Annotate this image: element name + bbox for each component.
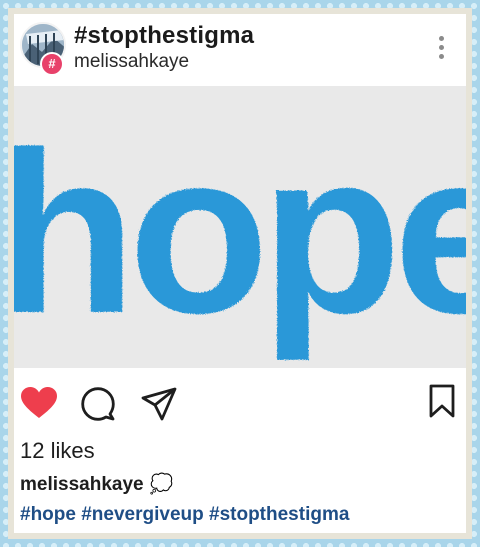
post-username[interactable]: melissahkaye — [74, 51, 189, 73]
caption-username[interactable]: melissahkaye — [20, 474, 144, 495]
caption: melissahkaye 💭 — [20, 472, 173, 496]
hope-text: hope. — [14, 104, 466, 361]
likes-count[interactable]: 12 likes — [20, 438, 95, 464]
bookmark-icon[interactable] — [428, 384, 456, 423]
heart-icon[interactable] — [20, 386, 58, 425]
more-vertical-icon[interactable] — [434, 36, 448, 66]
hope-painting: hope. — [14, 104, 466, 361]
share-icon[interactable] — [140, 386, 178, 427]
post-title[interactable]: #stopthestigma — [74, 22, 254, 50]
post-image[interactable]: hope. — [14, 86, 466, 368]
thought-bubble-icon: 💭 — [149, 474, 174, 495]
instagram-post-card: # #stopthestigma melissahkaye hope. — [14, 14, 466, 533]
hashtags[interactable]: #hope #nevergiveup #stopthestigma — [20, 504, 349, 526]
story-badge: # — [40, 52, 64, 76]
comment-icon[interactable] — [80, 386, 116, 427]
